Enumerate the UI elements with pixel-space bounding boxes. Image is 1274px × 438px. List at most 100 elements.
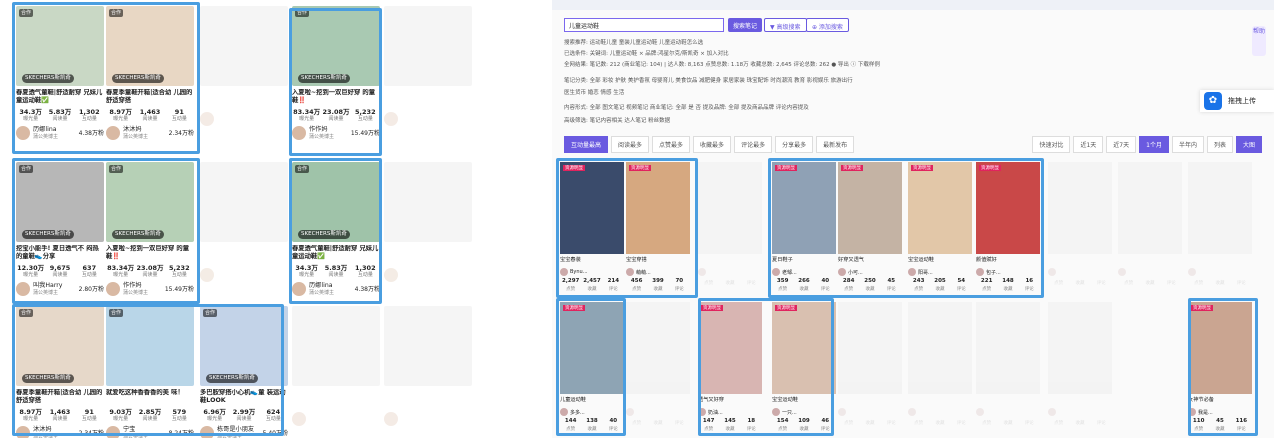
note-card[interactable]: 点赞 收藏 评论	[1048, 162, 1112, 294]
author-row[interactable]	[698, 268, 762, 276]
note-thumbnail[interactable]	[698, 162, 762, 254]
stat-label: 收藏	[1145, 281, 1155, 286]
note-thumbnail[interactable]	[384, 306, 472, 386]
sort-tab[interactable]: 评论最多	[734, 136, 773, 153]
sort-tab[interactable]: 收藏最多	[693, 136, 732, 153]
author-row[interactable]	[838, 408, 902, 416]
time-range-tabs: 快速对比 近1天 近7天 1个月 半年内 列表 大图	[1032, 136, 1262, 153]
author-row[interactable]	[200, 268, 288, 282]
highlight-box	[12, 304, 284, 436]
stat-label: 点赞	[844, 421, 854, 426]
note-thumbnail[interactable]	[838, 302, 902, 394]
note-thumbnail[interactable]	[200, 162, 288, 242]
note-title	[384, 245, 472, 261]
author-row[interactable]	[384, 268, 472, 282]
filter-row: 已选条件: 关键词: 儿童运动鞋 × 品牌:鸿星尔克/斯凯奇 × 加入对比	[564, 51, 729, 57]
highlight-box	[1188, 298, 1258, 436]
sort-tabs: 互动量最高 阅读最多 点赞最多 收藏最多 评论最多 分享最多 最新发布	[564, 136, 855, 153]
note-thumbnail[interactable]	[384, 162, 472, 242]
author-row[interactable]	[1048, 268, 1112, 276]
help-side-tab[interactable]: 帮助	[1252, 26, 1266, 56]
note-thumbnail[interactable]	[1188, 162, 1252, 254]
sort-tab[interactable]: 最新发布	[816, 136, 855, 153]
author-row[interactable]	[292, 412, 380, 426]
note-card[interactable]: 点赞 收藏 评论	[838, 302, 902, 434]
note-thumbnail[interactable]	[200, 6, 288, 86]
note-card[interactable]: 点赞 收藏 评论	[698, 162, 762, 294]
cover-image	[384, 162, 472, 242]
highlight-box	[12, 158, 200, 304]
author-row[interactable]	[384, 412, 472, 426]
note-thumbnail[interactable]	[384, 6, 472, 86]
note-card[interactable]	[384, 162, 472, 312]
range-tab[interactable]: 大图	[1235, 136, 1262, 153]
range-tab[interactable]: 列表	[1206, 136, 1233, 153]
stat-label: 点赞	[1054, 421, 1064, 426]
note-card[interactable]	[384, 306, 472, 438]
note-thumbnail[interactable]	[1118, 162, 1182, 254]
range-tab[interactable]: 1个月	[1139, 136, 1169, 153]
stats-labels: 点赞 收藏 评论	[1118, 280, 1182, 286]
stats-labels: 点赞 收藏 评论	[1048, 420, 1112, 426]
author-row[interactable]	[1188, 268, 1252, 276]
sort-tab[interactable]: 分享最多	[775, 136, 814, 153]
stat-label: 评论	[1096, 421, 1106, 426]
note-card[interactable]	[200, 6, 288, 156]
stat-label: 评论	[886, 421, 896, 426]
note-title	[976, 396, 1040, 406]
stat-label: 收藏	[865, 421, 875, 426]
author-row[interactable]	[626, 408, 690, 416]
avatar	[698, 268, 706, 276]
note-card[interactable]: 点赞 收藏 评论	[1118, 162, 1182, 294]
author-row[interactable]	[384, 112, 472, 126]
note-thumbnail[interactable]	[626, 302, 690, 394]
avatar	[384, 412, 398, 426]
filter-row: 高级筛选: 笔记内容相关 达人笔记 粉丝数据	[564, 118, 671, 124]
search-notes-button[interactable]: 搜索笔记	[728, 18, 763, 32]
note-title	[200, 245, 288, 261]
note-card[interactable]	[200, 162, 288, 312]
add-search-button[interactable]: ⊕ 添加搜索	[806, 18, 849, 32]
avatar	[200, 268, 214, 282]
note-card[interactable]: 点赞 收藏 评论	[1188, 162, 1252, 294]
highlight-box	[556, 158, 698, 298]
drag-upload-widget[interactable]: ✿ 拖拽上传	[1200, 90, 1274, 112]
note-thumbnail[interactable]	[976, 302, 1040, 394]
advanced-search-button[interactable]: ▼ 高级搜索	[764, 18, 807, 32]
avatar	[200, 112, 214, 126]
highlight-box	[289, 158, 382, 304]
note-thumbnail[interactable]	[292, 306, 380, 386]
stat-label: 评论	[1166, 281, 1176, 286]
author-row[interactable]	[976, 408, 1040, 416]
note-card[interactable]: 点赞 收藏 评论	[908, 302, 972, 434]
author-row[interactable]	[908, 408, 972, 416]
note-card[interactable]	[384, 6, 472, 156]
note-thumbnail[interactable]	[908, 302, 972, 394]
note-title	[698, 256, 762, 266]
sort-tab[interactable]: 互动量最高	[564, 136, 609, 153]
note-card[interactable]	[292, 306, 380, 438]
author-row[interactable]	[1048, 408, 1112, 416]
author-row[interactable]	[1118, 268, 1182, 276]
range-tab[interactable]: 近1天	[1073, 136, 1104, 153]
note-card[interactable]: 点赞 收藏 评论	[626, 302, 690, 434]
note-card[interactable]: 点赞 收藏 评论	[1048, 302, 1112, 434]
range-tab[interactable]: 近7天	[1106, 136, 1137, 153]
note-card[interactable]: 点赞 收藏 评论	[976, 302, 1040, 434]
range-tab[interactable]: 快速对比	[1032, 136, 1071, 153]
sort-tab[interactable]: 点赞最多	[652, 136, 691, 153]
range-tab[interactable]: 半年内	[1171, 136, 1204, 153]
author-row[interactable]	[200, 112, 288, 126]
note-thumbnail[interactable]	[1048, 302, 1112, 394]
avatar	[1048, 268, 1056, 276]
stat-label: 收藏	[653, 421, 663, 426]
stats-labels: 点赞 收藏 评论	[1188, 280, 1252, 286]
stat-label: 收藏	[1075, 281, 1085, 286]
search-input[interactable]: 儿童运动鞋	[564, 18, 724, 32]
note-title	[626, 396, 690, 406]
note-thumbnail[interactable]	[1048, 162, 1112, 254]
note-title	[1188, 256, 1252, 266]
sort-tab[interactable]: 阅读最多	[611, 136, 650, 153]
note-title	[1048, 256, 1112, 266]
cover-image	[200, 162, 288, 242]
